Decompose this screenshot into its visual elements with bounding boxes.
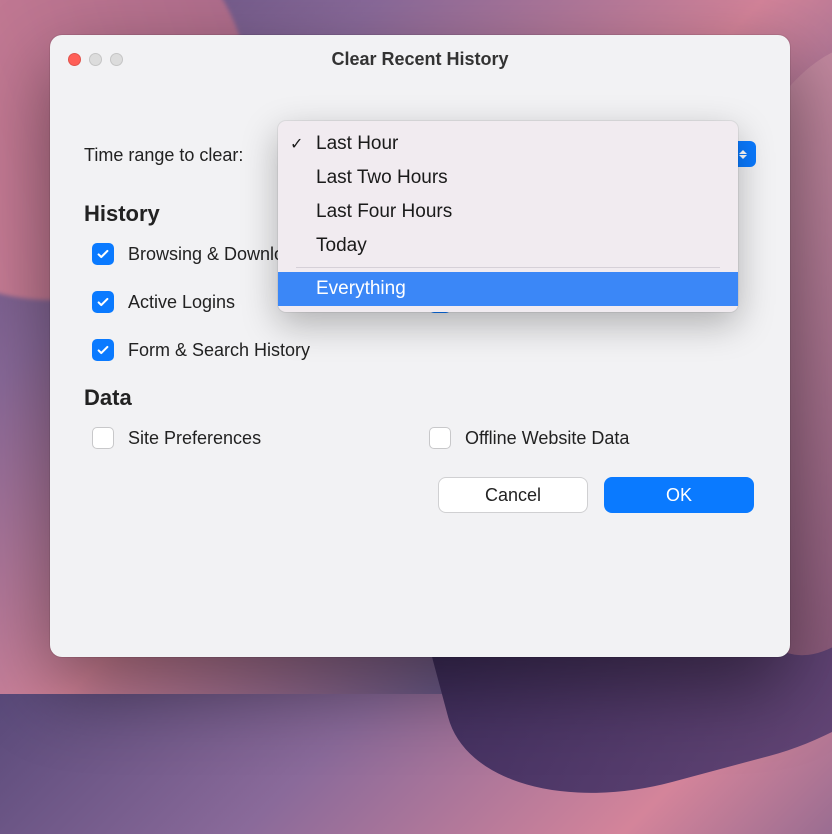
check-icon: ✓	[290, 134, 303, 154]
time-range-dropdown: ✓ Last Hour Last Two Hours Last Four Hours T…	[278, 121, 738, 312]
history-item-form-search-history: Form & Search History	[92, 339, 756, 361]
dropdown-option-label: Everything	[316, 278, 406, 300]
checkbox-label-site-preferences: Site Preferences	[128, 428, 261, 449]
data-item-site-preferences: Site Preferences	[92, 427, 419, 449]
dropdown-option-everything[interactable]: Everything	[278, 272, 738, 306]
time-range-label: Time range to clear:	[84, 145, 243, 166]
checkbox-active-logins[interactable]	[92, 291, 114, 313]
dropdown-divider	[296, 267, 720, 268]
dialog-title: Clear Recent History	[50, 49, 790, 70]
checkbox-label-active-logins: Active Logins	[128, 292, 235, 313]
checkbox-offline-website-data[interactable]	[429, 427, 451, 449]
checkbox-form-search-history[interactable]	[92, 339, 114, 361]
cancel-button[interactable]: Cancel	[438, 477, 588, 513]
dropdown-option-label: Last Four Hours	[316, 201, 452, 223]
clear-history-dialog: Clear Recent History Time range to clear…	[50, 35, 790, 657]
section-heading-data: Data	[84, 385, 756, 411]
data-item-offline-website-data: Offline Website Data	[429, 427, 756, 449]
dropdown-option-label: Last Two Hours	[316, 167, 448, 189]
dropdown-option-last-four-hours[interactable]: Last Four Hours	[278, 195, 738, 229]
ok-button[interactable]: OK	[604, 477, 754, 513]
checkbox-browsing-download-history[interactable]	[92, 243, 114, 265]
checkbox-label-form-search-history: Form & Search History	[128, 340, 310, 361]
dropdown-option-today[interactable]: Today	[278, 229, 738, 263]
dropdown-option-label: Last Hour	[316, 133, 398, 155]
checkbox-site-preferences[interactable]	[92, 427, 114, 449]
checkbox-label-offline-website-data: Offline Website Data	[465, 428, 629, 449]
dropdown-option-last-hour[interactable]: ✓ Last Hour	[278, 127, 738, 161]
dropdown-option-last-two-hours[interactable]: Last Two Hours	[278, 161, 738, 195]
dropdown-option-label: Today	[316, 235, 367, 257]
titlebar: Clear Recent History	[50, 35, 790, 83]
